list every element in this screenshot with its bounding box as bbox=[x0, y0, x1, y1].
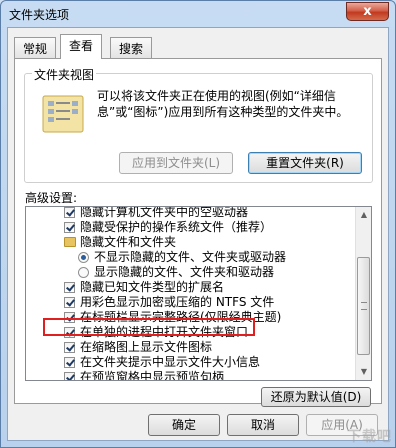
setting-label: 在缩略图上显示文件图标 bbox=[80, 340, 213, 354]
folder-options-window: 文件夹选项 x 常规 查看 搜索 文件夹视图 可以将该文件夹正在使用的视图(例如… bbox=[0, 0, 396, 448]
advanced-settings-label: 高级设置: bbox=[25, 191, 78, 205]
cancel-button[interactable]: 取消 bbox=[227, 414, 299, 436]
advanced-settings-items: 隐藏计算机文件夹中的空驱动器 隐藏受保护的操作系统文件（推荐） 隐藏文件和文件夹 不显… bbox=[26, 206, 356, 381]
setting-radio[interactable] bbox=[78, 252, 89, 263]
setting-label: 用彩色显示加密或压缩的 NTFS 文件 bbox=[80, 295, 275, 309]
advanced-setting-row[interactable]: 在预览窗格中显示预览句柄 bbox=[26, 370, 356, 381]
setting-label: 在文件夹提示中显示文件大小信息 bbox=[80, 355, 261, 369]
advanced-setting-row[interactable]: 隐藏计算机文件夹中的空驱动器 bbox=[26, 206, 356, 220]
tab-search[interactable]: 搜索 bbox=[110, 37, 153, 58]
advanced-setting-row[interactable]: 隐藏文件和文件夹 bbox=[26, 235, 356, 250]
reset-folders-button[interactable]: 重置文件夹(R) bbox=[248, 152, 362, 174]
scroll-down-icon[interactable]: ▼ bbox=[356, 364, 371, 380]
vertical-scrollbar[interactable]: ▲ ▼ bbox=[355, 207, 371, 380]
restore-defaults-button[interactable]: 还原为默认值(D) bbox=[261, 387, 371, 407]
title-bar[interactable]: 文件夹选项 x bbox=[1, 1, 395, 27]
ok-button[interactable]: 确定 bbox=[148, 414, 220, 436]
view-tab-panel: 文件夹视图 可以将该文件夹正在使用的视图(例如“详细信息”或“图标”)应用到所有… bbox=[14, 58, 382, 407]
setting-checkbox[interactable] bbox=[64, 297, 75, 308]
highlight-annotation-box bbox=[43, 318, 255, 336]
scroll-up-icon[interactable]: ▲ bbox=[356, 207, 371, 223]
advanced-setting-row[interactable]: 用彩色显示加密或压缩的 NTFS 文件 bbox=[26, 295, 356, 310]
watermark-logo: 下载吧 bbox=[347, 429, 392, 445]
setting-checkbox[interactable] bbox=[64, 207, 75, 218]
advanced-setting-row[interactable]: 隐藏受保护的操作系统文件（推荐） bbox=[26, 220, 356, 235]
folder-views-title: 文件夹视图 bbox=[32, 66, 97, 83]
folder-views-description: 可以将该文件夹正在使用的视图(例如“详细信息”或“图标”)应用到所有这种类型的文… bbox=[97, 89, 349, 119]
tab-view[interactable]: 查看 bbox=[60, 34, 103, 59]
setting-label: 隐藏受保护的操作系统文件（推荐） bbox=[80, 220, 273, 234]
advanced-setting-row[interactable]: 不显示隐藏的文件、文件夹或驱动器 bbox=[26, 250, 356, 265]
advanced-setting-row[interactable]: 显示隐藏的文件、文件夹和驱动器 bbox=[26, 265, 356, 280]
close-icon: x bbox=[363, 4, 372, 19]
folder-views-group: 文件夹视图 可以将该文件夹正在使用的视图(例如“详细信息”或“图标”)应用到所有… bbox=[24, 66, 373, 183]
advanced-setting-row[interactable]: 在缩略图上显示文件图标 bbox=[26, 340, 356, 355]
setting-label: 显示隐藏的文件、文件夹和驱动器 bbox=[94, 265, 275, 279]
folder-icon bbox=[64, 237, 76, 247]
setting-checkbox[interactable] bbox=[64, 342, 75, 353]
scrollbar-thumb[interactable] bbox=[357, 257, 370, 355]
setting-label: 隐藏文件和文件夹 bbox=[80, 235, 177, 249]
window-title: 文件夹选项 bbox=[9, 8, 70, 22]
setting-checkbox[interactable] bbox=[64, 222, 75, 233]
setting-checkbox[interactable] bbox=[64, 372, 75, 380]
tab-general[interactable]: 常规 bbox=[14, 37, 57, 58]
folder-view-icon bbox=[42, 95, 84, 133]
setting-label: 不显示隐藏的文件、文件夹或驱动器 bbox=[94, 250, 287, 264]
setting-checkbox[interactable] bbox=[64, 357, 75, 368]
close-button[interactable]: x bbox=[346, 2, 389, 21]
setting-label: 在预览窗格中显示预览句柄 bbox=[80, 370, 225, 381]
setting-radio[interactable] bbox=[78, 267, 89, 278]
apply-to-folders-button[interactable]: 应用到文件夹(L) bbox=[119, 152, 233, 174]
setting-checkbox[interactable] bbox=[64, 282, 75, 293]
advanced-setting-row[interactable]: 隐藏已知文件类型的扩展名 bbox=[26, 280, 356, 295]
advanced-setting-row[interactable]: 在文件夹提示中显示文件大小信息 bbox=[26, 355, 356, 370]
dialog-client: 常规 查看 搜索 文件夹视图 可以将该文件夹正在使用的视图(例如“详细信息”或“… bbox=[7, 27, 389, 441]
advanced-settings-list[interactable]: 隐藏计算机文件夹中的空驱动器 隐藏受保护的操作系统文件（推荐） 隐藏文件和文件夹 不显… bbox=[25, 206, 372, 381]
setting-label: 隐藏计算机文件夹中的空驱动器 bbox=[80, 206, 249, 219]
setting-label: 隐藏已知文件类型的扩展名 bbox=[80, 280, 225, 294]
